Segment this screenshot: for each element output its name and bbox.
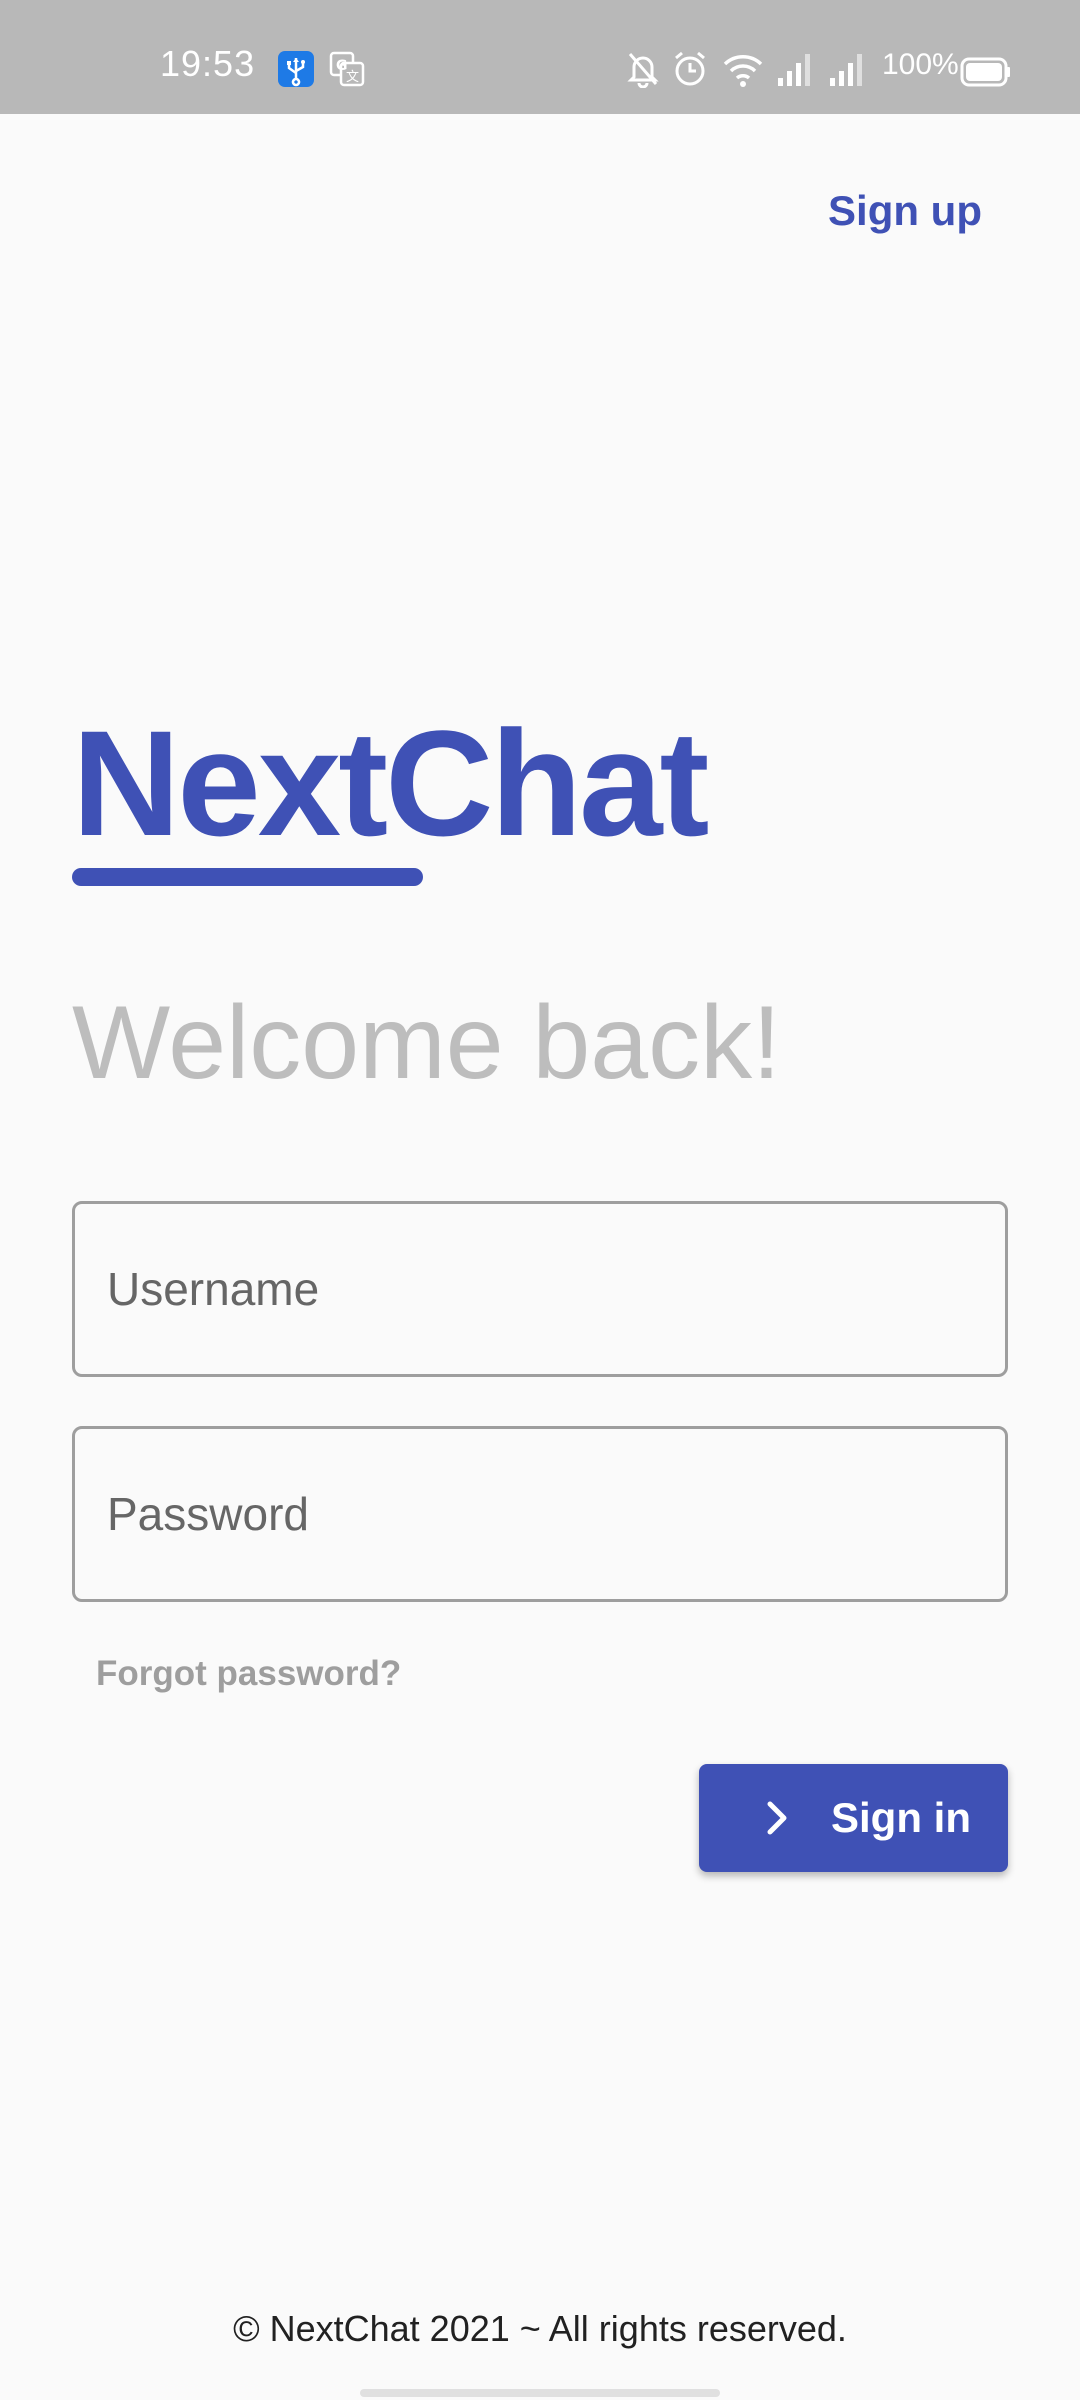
mute-bell-icon bbox=[627, 53, 659, 88]
signup-link[interactable]: Sign up bbox=[828, 183, 982, 239]
signal-icon bbox=[778, 54, 810, 86]
welcome-heading: Welcome back! bbox=[72, 985, 782, 1101]
footer-copyright: © NextChat 2021 ~ All rights reserved. bbox=[233, 2308, 847, 2349]
signin-label: Sign in bbox=[831, 1794, 971, 1841]
alarm-icon bbox=[675, 51, 705, 86]
translate-icon: G 文 bbox=[329, 51, 365, 87]
chevron-right-icon bbox=[767, 1801, 787, 1835]
signin-button[interactable]: Sign in bbox=[699, 1764, 1008, 1872]
signal-icon bbox=[830, 54, 862, 86]
home-indicator[interactable] bbox=[360, 2389, 720, 2397]
status-bar: 19:53 G 文 100% bbox=[0, 0, 1080, 114]
battery-percent: 100% bbox=[882, 48, 959, 81]
logo-underline bbox=[72, 868, 423, 886]
usb-icon bbox=[278, 51, 314, 87]
wifi-icon bbox=[723, 55, 763, 87]
password-input[interactable] bbox=[75, 1429, 1005, 1599]
password-field-container bbox=[72, 1426, 1008, 1602]
status-time: 19:53 bbox=[160, 43, 256, 84]
forgot-password-link[interactable]: Forgot password? bbox=[96, 1650, 401, 1698]
battery-icon bbox=[960, 57, 1010, 87]
app-logo: NextChat bbox=[72, 699, 709, 867]
svg-text:文: 文 bbox=[346, 70, 359, 85]
username-field-container bbox=[72, 1201, 1008, 1377]
username-input[interactable] bbox=[75, 1204, 1005, 1374]
